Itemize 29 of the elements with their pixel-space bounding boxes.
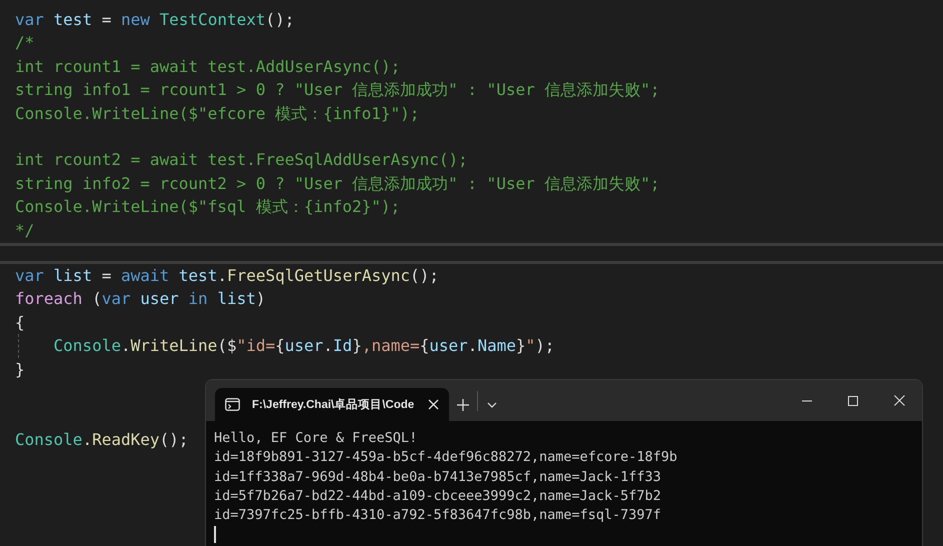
- plus-icon: [457, 398, 469, 410]
- close-icon: [894, 395, 904, 406]
- code-line: */: [15, 220, 34, 242]
- code-line: foreach (var user in list): [15, 288, 266, 310]
- chevron-down-icon: [487, 402, 497, 408]
- code-line: Console.ReadKey();: [15, 428, 188, 451]
- code-line: int rcount1 = await test.AddUserAsync();: [15, 56, 400, 78]
- code-line: string info2 = rcount2 > 0 ? "User 信息添加成功" : "User 信息添加失败";: [15, 172, 660, 195]
- code-line: Console.WriteLine($"id={user.Id},name={user.Name}");: [52, 335, 555, 358]
- code-line: Console.WriteLine($"fsql 模式：{info2}");: [15, 196, 400, 218]
- output-line: id=18f9b891-3127-459a-b5cf-4def96c88272,name=efcore-18f9b: [214, 448, 678, 468]
- output-line: id=5f7b26a7-bd22-44bd-a109-cbceee3999c2,name=Jack-5f7b2: [214, 486, 662, 506]
- code-line: int rcount2 = await test.FreeSqlAddUserAsync();: [15, 149, 468, 172]
- code-line: string info1 = rcount1 > 0 ? "User 信息添加成功" : "User 信息添加失败";: [15, 79, 660, 102]
- maximize-icon: [848, 396, 858, 406]
- code-line: Console.WriteLine($"efcore 模式：{info1}");: [15, 102, 420, 125]
- code-line: /*: [15, 32, 34, 54]
- text-cursor: [214, 526, 216, 544]
- terminal-icon: [225, 398, 240, 411]
- terminal-tab[interactable]: F:\Jeffrey.Chai\卓品项目\Code: [215, 388, 449, 421]
- output-line: id=7397fc25-bffb-4310-a792-5f83647fc98b,name=fsql-7397f: [214, 506, 662, 526]
- code-line: var test = new TestContext();: [15, 9, 294, 31]
- output-line: id=1ff338a7-969d-48b4-be0a-b7413e7985cf,name=Jack-1ff33: [214, 468, 662, 487]
- output-line: Hello, EF Core & FreeSQL!: [214, 429, 418, 448]
- code-line: {: [15, 312, 25, 334]
- code-line: var list = await test.FreeSqlGetUserAsync();: [15, 265, 439, 287]
- close-icon[interactable]: [428, 399, 439, 410]
- minimize-icon: [802, 400, 812, 402]
- code-line: }: [15, 358, 25, 381]
